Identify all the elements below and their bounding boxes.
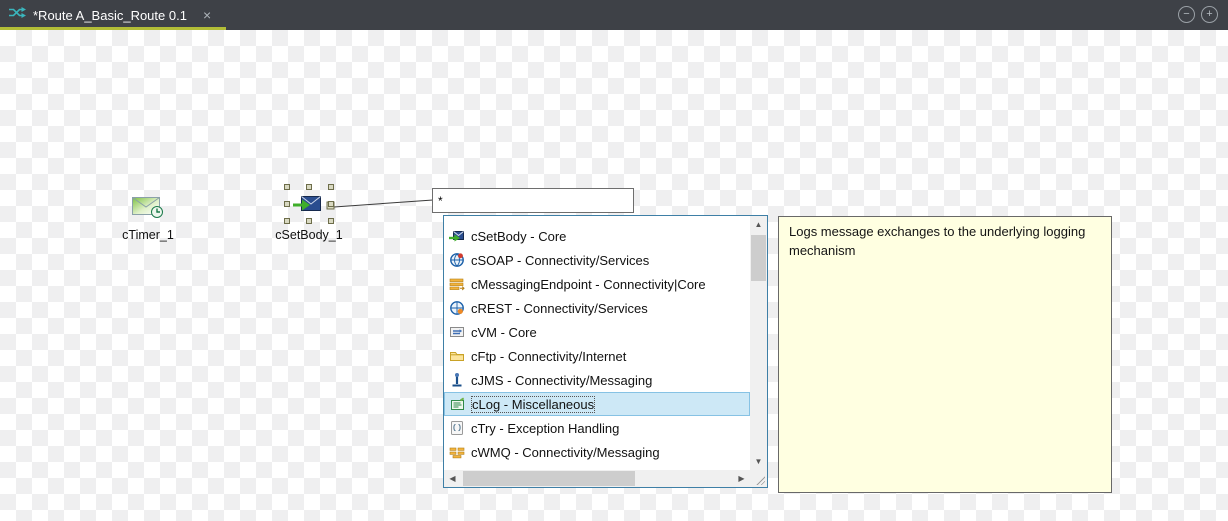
ctry-icon <box>449 420 465 436</box>
minimize-view-button[interactable]: − <box>1178 6 1195 23</box>
selection-handle[interactable] <box>284 218 290 224</box>
dropdown-item-label: cTry - Exception Handling <box>471 421 619 436</box>
dropdown-item[interactable]: cJMS - Connectivity/Messaging <box>444 368 750 392</box>
selection-handle[interactable] <box>284 201 290 207</box>
component-ctimer[interactable]: cTimer_1 <box>116 193 180 224</box>
route-icon <box>8 6 26 24</box>
editor-tab-bar: *Route A_Basic_Route 0.1 × − + <box>0 0 1228 30</box>
horizontal-scrollbar[interactable]: ◀ ▶ <box>444 470 750 487</box>
maximize-view-button[interactable]: + <box>1201 6 1218 23</box>
cvm-icon <box>449 324 465 340</box>
scroll-up-icon[interactable]: ▲ <box>750 216 767 233</box>
selection-handle[interactable] <box>306 184 312 190</box>
component-search-input[interactable] <box>432 188 634 213</box>
selection-handle[interactable] <box>284 184 290 190</box>
clog-icon <box>450 396 466 412</box>
selection-handle[interactable] <box>328 184 334 190</box>
view-controls: − + <box>1178 6 1218 23</box>
dropdown-item[interactable]: cTry - Exception Handling <box>444 416 750 440</box>
vertical-scroll-thumb[interactable] <box>751 235 766 281</box>
dropdown-item[interactable]: cSOAP - Connectivity/Services <box>444 248 750 272</box>
component-csetbody[interactable]: cSetBody_1 <box>277 185 341 245</box>
component-description-tooltip: Logs message exchanges to the underlying… <box>778 216 1112 493</box>
cftp-icon <box>449 348 465 364</box>
dropdown-item-label: cSetBody - Core <box>471 229 566 244</box>
dropdown-item[interactable]: cSetBody - Core <box>444 224 750 248</box>
dropdown-item[interactable]: cFtp - Connectivity/Internet <box>444 344 750 368</box>
crest-icon <box>449 300 465 316</box>
cwmq-icon <box>449 444 465 460</box>
tooltip-text: Logs message exchanges to the underlying… <box>789 224 1085 258</box>
dropdown-item-label: cJMS - Connectivity/Messaging <box>471 373 652 388</box>
selection-handle[interactable] <box>306 218 312 224</box>
dropdown-item[interactable]: cMessagingEndpoint - Connectivity|Core <box>444 272 750 296</box>
dropdown-list: cSetBody - Core cSOAP - Connectivity/Ser… <box>444 224 750 464</box>
dropdown-item-label: cREST - Connectivity/Services <box>471 301 648 316</box>
dropdown-item-label: cVM - Core <box>471 325 537 340</box>
tab-close-icon[interactable]: × <box>203 8 211 22</box>
dropdown-item-label: cWMQ - Connectivity/Messaging <box>471 445 660 460</box>
component-label: cSetBody_1 <box>267 228 351 242</box>
csetbody-icon <box>449 228 465 244</box>
dropdown-item-label: cMessagingEndpoint - Connectivity|Core <box>471 277 706 292</box>
tab-title: *Route A_Basic_Route 0.1 <box>33 8 187 23</box>
tab-route-editor[interactable]: *Route A_Basic_Route 0.1 × <box>0 0 226 30</box>
route-designer-window: *Route A_Basic_Route 0.1 × − + <box>0 0 1228 521</box>
component-label: cTimer_1 <box>106 228 190 242</box>
csoap-icon <box>449 252 465 268</box>
dropdown-item-label: cLog - Miscellaneous <box>472 397 594 412</box>
dropdown-item[interactable]: cREST - Connectivity/Services <box>444 296 750 320</box>
vertical-scrollbar[interactable]: ▲ ▼ <box>750 216 767 470</box>
dropdown-item-selected[interactable]: cLog - Miscellaneous <box>444 392 750 416</box>
dropdown-item-label: cFtp - Connectivity/Internet <box>471 349 626 364</box>
scroll-right-icon[interactable]: ▶ <box>733 470 750 487</box>
component-proposal-dropdown: cSetBody - Core cSOAP - Connectivity/Ser… <box>443 215 768 488</box>
resize-grip[interactable] <box>750 470 767 487</box>
dropdown-item[interactable]: cWMQ - Connectivity/Messaging <box>444 440 750 464</box>
ctimer-icon <box>131 193 165 224</box>
dropdown-item[interactable]: cVM - Core <box>444 320 750 344</box>
horizontal-scroll-thumb[interactable] <box>463 471 635 486</box>
cjms-icon <box>449 372 465 388</box>
cmessagingendpoint-icon <box>449 276 465 292</box>
selection-handle[interactable] <box>328 201 334 207</box>
scroll-left-icon[interactable]: ◀ <box>444 470 461 487</box>
selection-handle[interactable] <box>328 218 334 224</box>
dropdown-item-label: cSOAP - Connectivity/Services <box>471 253 649 268</box>
scroll-down-icon[interactable]: ▼ <box>750 453 767 470</box>
